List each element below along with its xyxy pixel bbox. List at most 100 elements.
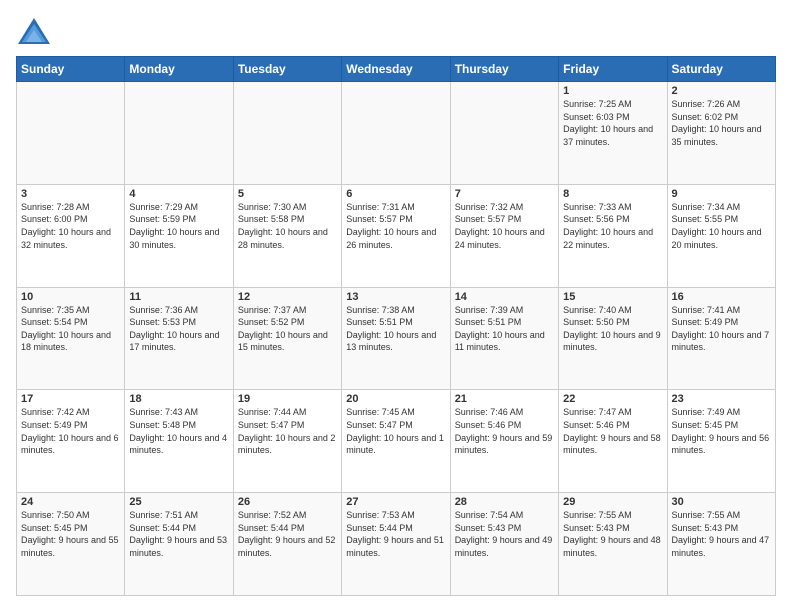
calendar-cell: 18Sunrise: 7:43 AM Sunset: 5:48 PM Dayli… bbox=[125, 390, 233, 493]
day-info: Sunrise: 7:38 AM Sunset: 5:51 PM Dayligh… bbox=[346, 304, 445, 354]
calendar-cell: 15Sunrise: 7:40 AM Sunset: 5:50 PM Dayli… bbox=[559, 287, 667, 390]
day-number: 16 bbox=[672, 291, 771, 303]
day-number: 23 bbox=[672, 393, 771, 405]
calendar-cell: 6Sunrise: 7:31 AM Sunset: 5:57 PM Daylig… bbox=[342, 184, 450, 287]
day-info: Sunrise: 7:41 AM Sunset: 5:49 PM Dayligh… bbox=[672, 304, 771, 354]
day-number: 4 bbox=[129, 188, 228, 200]
day-number: 8 bbox=[563, 188, 662, 200]
day-number: 17 bbox=[21, 393, 120, 405]
page: SundayMondayTuesdayWednesdayThursdayFrid… bbox=[0, 0, 792, 612]
day-info: Sunrise: 7:54 AM Sunset: 5:43 PM Dayligh… bbox=[455, 509, 554, 559]
day-info: Sunrise: 7:34 AM Sunset: 5:55 PM Dayligh… bbox=[672, 201, 771, 251]
calendar-cell: 4Sunrise: 7:29 AM Sunset: 5:59 PM Daylig… bbox=[125, 184, 233, 287]
calendar-week-row: 1Sunrise: 7:25 AM Sunset: 6:03 PM Daylig… bbox=[17, 82, 776, 185]
calendar-cell: 14Sunrise: 7:39 AM Sunset: 5:51 PM Dayli… bbox=[450, 287, 558, 390]
day-info: Sunrise: 7:52 AM Sunset: 5:44 PM Dayligh… bbox=[238, 509, 337, 559]
calendar-day-header: Tuesday bbox=[233, 57, 341, 82]
day-number: 27 bbox=[346, 496, 445, 508]
day-number: 26 bbox=[238, 496, 337, 508]
day-info: Sunrise: 7:37 AM Sunset: 5:52 PM Dayligh… bbox=[238, 304, 337, 354]
calendar-cell: 23Sunrise: 7:49 AM Sunset: 5:45 PM Dayli… bbox=[667, 390, 775, 493]
day-info: Sunrise: 7:36 AM Sunset: 5:53 PM Dayligh… bbox=[129, 304, 228, 354]
calendar-cell: 16Sunrise: 7:41 AM Sunset: 5:49 PM Dayli… bbox=[667, 287, 775, 390]
calendar-cell: 20Sunrise: 7:45 AM Sunset: 5:47 PM Dayli… bbox=[342, 390, 450, 493]
calendar-cell: 1Sunrise: 7:25 AM Sunset: 6:03 PM Daylig… bbox=[559, 82, 667, 185]
day-number: 5 bbox=[238, 188, 337, 200]
day-info: Sunrise: 7:49 AM Sunset: 5:45 PM Dayligh… bbox=[672, 406, 771, 456]
header bbox=[16, 16, 776, 46]
day-number: 11 bbox=[129, 291, 228, 303]
calendar-cell: 26Sunrise: 7:52 AM Sunset: 5:44 PM Dayli… bbox=[233, 493, 341, 596]
day-info: Sunrise: 7:47 AM Sunset: 5:46 PM Dayligh… bbox=[563, 406, 662, 456]
day-number: 21 bbox=[455, 393, 554, 405]
calendar-week-row: 24Sunrise: 7:50 AM Sunset: 5:45 PM Dayli… bbox=[17, 493, 776, 596]
calendar-day-header: Saturday bbox=[667, 57, 775, 82]
calendar-cell bbox=[125, 82, 233, 185]
day-info: Sunrise: 7:42 AM Sunset: 5:49 PM Dayligh… bbox=[21, 406, 120, 456]
calendar-cell bbox=[17, 82, 125, 185]
calendar-cell: 9Sunrise: 7:34 AM Sunset: 5:55 PM Daylig… bbox=[667, 184, 775, 287]
day-info: Sunrise: 7:25 AM Sunset: 6:03 PM Dayligh… bbox=[563, 98, 662, 148]
day-info: Sunrise: 7:31 AM Sunset: 5:57 PM Dayligh… bbox=[346, 201, 445, 251]
calendar-cell: 2Sunrise: 7:26 AM Sunset: 6:02 PM Daylig… bbox=[667, 82, 775, 185]
day-number: 22 bbox=[563, 393, 662, 405]
day-number: 29 bbox=[563, 496, 662, 508]
calendar-day-header: Wednesday bbox=[342, 57, 450, 82]
calendar-day-header: Monday bbox=[125, 57, 233, 82]
calendar-week-row: 3Sunrise: 7:28 AM Sunset: 6:00 PM Daylig… bbox=[17, 184, 776, 287]
calendar-table: SundayMondayTuesdayWednesdayThursdayFrid… bbox=[16, 56, 776, 596]
calendar-cell: 13Sunrise: 7:38 AM Sunset: 5:51 PM Dayli… bbox=[342, 287, 450, 390]
day-number: 6 bbox=[346, 188, 445, 200]
day-info: Sunrise: 7:29 AM Sunset: 5:59 PM Dayligh… bbox=[129, 201, 228, 251]
day-info: Sunrise: 7:43 AM Sunset: 5:48 PM Dayligh… bbox=[129, 406, 228, 456]
day-info: Sunrise: 7:45 AM Sunset: 5:47 PM Dayligh… bbox=[346, 406, 445, 456]
day-number: 2 bbox=[672, 85, 771, 97]
day-info: Sunrise: 7:55 AM Sunset: 5:43 PM Dayligh… bbox=[672, 509, 771, 559]
day-number: 25 bbox=[129, 496, 228, 508]
calendar-day-header: Friday bbox=[559, 57, 667, 82]
day-info: Sunrise: 7:50 AM Sunset: 5:45 PM Dayligh… bbox=[21, 509, 120, 559]
calendar-cell: 10Sunrise: 7:35 AM Sunset: 5:54 PM Dayli… bbox=[17, 287, 125, 390]
calendar-cell: 28Sunrise: 7:54 AM Sunset: 5:43 PM Dayli… bbox=[450, 493, 558, 596]
day-info: Sunrise: 7:39 AM Sunset: 5:51 PM Dayligh… bbox=[455, 304, 554, 354]
calendar-header-row: SundayMondayTuesdayWednesdayThursdayFrid… bbox=[17, 57, 776, 82]
calendar-cell bbox=[233, 82, 341, 185]
day-number: 28 bbox=[455, 496, 554, 508]
day-info: Sunrise: 7:55 AM Sunset: 5:43 PM Dayligh… bbox=[563, 509, 662, 559]
day-info: Sunrise: 7:30 AM Sunset: 5:58 PM Dayligh… bbox=[238, 201, 337, 251]
calendar-cell: 5Sunrise: 7:30 AM Sunset: 5:58 PM Daylig… bbox=[233, 184, 341, 287]
calendar-day-header: Thursday bbox=[450, 57, 558, 82]
logo-icon bbox=[16, 16, 52, 46]
calendar-cell: 29Sunrise: 7:55 AM Sunset: 5:43 PM Dayli… bbox=[559, 493, 667, 596]
day-info: Sunrise: 7:32 AM Sunset: 5:57 PM Dayligh… bbox=[455, 201, 554, 251]
calendar-week-row: 10Sunrise: 7:35 AM Sunset: 5:54 PM Dayli… bbox=[17, 287, 776, 390]
calendar-cell: 21Sunrise: 7:46 AM Sunset: 5:46 PM Dayli… bbox=[450, 390, 558, 493]
day-number: 7 bbox=[455, 188, 554, 200]
day-info: Sunrise: 7:40 AM Sunset: 5:50 PM Dayligh… bbox=[563, 304, 662, 354]
calendar-cell: 3Sunrise: 7:28 AM Sunset: 6:00 PM Daylig… bbox=[17, 184, 125, 287]
calendar-week-row: 17Sunrise: 7:42 AM Sunset: 5:49 PM Dayli… bbox=[17, 390, 776, 493]
day-info: Sunrise: 7:46 AM Sunset: 5:46 PM Dayligh… bbox=[455, 406, 554, 456]
day-info: Sunrise: 7:51 AM Sunset: 5:44 PM Dayligh… bbox=[129, 509, 228, 559]
calendar-day-header: Sunday bbox=[17, 57, 125, 82]
day-number: 19 bbox=[238, 393, 337, 405]
day-number: 9 bbox=[672, 188, 771, 200]
day-number: 18 bbox=[129, 393, 228, 405]
calendar-cell: 25Sunrise: 7:51 AM Sunset: 5:44 PM Dayli… bbox=[125, 493, 233, 596]
day-info: Sunrise: 7:53 AM Sunset: 5:44 PM Dayligh… bbox=[346, 509, 445, 559]
calendar-cell: 11Sunrise: 7:36 AM Sunset: 5:53 PM Dayli… bbox=[125, 287, 233, 390]
day-number: 14 bbox=[455, 291, 554, 303]
day-info: Sunrise: 7:33 AM Sunset: 5:56 PM Dayligh… bbox=[563, 201, 662, 251]
calendar-cell: 27Sunrise: 7:53 AM Sunset: 5:44 PM Dayli… bbox=[342, 493, 450, 596]
day-number: 30 bbox=[672, 496, 771, 508]
calendar-cell: 24Sunrise: 7:50 AM Sunset: 5:45 PM Dayli… bbox=[17, 493, 125, 596]
calendar-cell: 7Sunrise: 7:32 AM Sunset: 5:57 PM Daylig… bbox=[450, 184, 558, 287]
day-info: Sunrise: 7:26 AM Sunset: 6:02 PM Dayligh… bbox=[672, 98, 771, 148]
day-info: Sunrise: 7:44 AM Sunset: 5:47 PM Dayligh… bbox=[238, 406, 337, 456]
day-number: 10 bbox=[21, 291, 120, 303]
calendar-cell: 12Sunrise: 7:37 AM Sunset: 5:52 PM Dayli… bbox=[233, 287, 341, 390]
calendar-cell: 19Sunrise: 7:44 AM Sunset: 5:47 PM Dayli… bbox=[233, 390, 341, 493]
calendar-cell bbox=[342, 82, 450, 185]
day-info: Sunrise: 7:28 AM Sunset: 6:00 PM Dayligh… bbox=[21, 201, 120, 251]
day-number: 20 bbox=[346, 393, 445, 405]
